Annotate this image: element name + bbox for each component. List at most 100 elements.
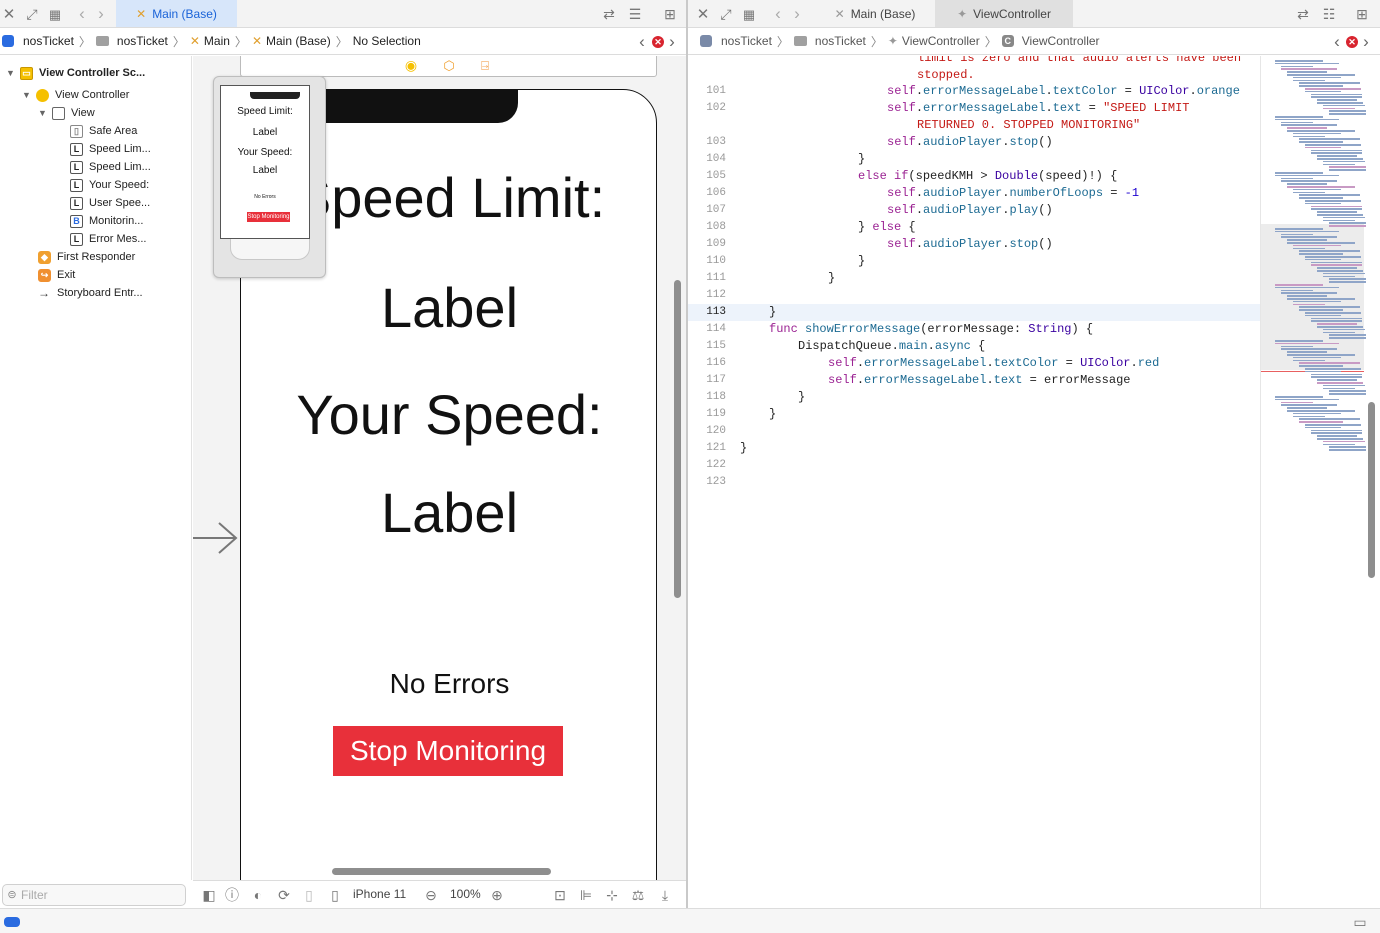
expand-icon[interactable]: ⤢ [24,6,40,22]
debug-toggle-icon[interactable] [4,917,20,927]
zoom-out-icon[interactable]: ⊖ [423,887,439,903]
next-issue-icon[interactable]: › [666,33,678,50]
tab-main-base[interactable]: ✕ Main (Base) [116,0,237,27]
outline-item-view[interactable]: ▼ View [38,104,95,122]
breadcrumb-item-folder[interactable]: nosTicket [95,34,168,48]
stop-monitoring-button[interactable]: Stop Monitoring [333,726,563,776]
breadcrumb-item-folder[interactable]: nosTicket [793,34,866,48]
outline-item-label[interactable]: L Your Speed: [70,176,149,194]
prev-issue-icon[interactable]: ‹ [636,33,648,50]
code-text: func showErrorMessage(errorMessage: Stri… [769,322,1094,336]
add-editor-icon[interactable]: ⊞ [662,6,678,22]
grid-icon[interactable]: ▦ [741,6,757,22]
expand-icon[interactable]: ⤢ [718,6,734,22]
your-speed-label[interactable]: Your Speed: [241,382,658,447]
align-icon[interactable]: ⊫ [578,887,594,903]
resolve-layout-icon[interactable]: ⚖ [630,887,646,903]
outline-item-label[interactable]: L User Spee... [70,194,150,212]
outline-item-exit[interactable]: ↪ Exit [38,266,75,284]
outline-item-view-controller[interactable]: ▼ ● View Controller [22,86,129,104]
error-message-label[interactable]: No Errors [241,668,658,700]
error-icon[interactable]: ✕ [652,36,664,48]
disclosure-icon[interactable]: ▼ [22,90,32,100]
outline-item-storyboard-entry[interactable]: → Storyboard Entr... [38,284,143,302]
zoom-level[interactable]: 100% [450,887,481,901]
outline-label: Error Mes... [89,233,147,245]
user-speed-label[interactable]: Label [241,480,658,545]
view-controller-icon[interactable]: ◉ [404,58,418,72]
lines-icon[interactable]: ☰ [626,6,644,22]
minimap-code-stroke [1275,174,1339,177]
close-icon[interactable]: ✕ [696,6,710,22]
device-name[interactable]: iPhone 11 [353,887,406,901]
code-text: self.errorMessageLabel.textColor = UICol… [828,356,1160,370]
first-responder-icon[interactable]: ⬡ [442,58,456,72]
outline-item-safe-area[interactable]: ▯ Safe Area [70,122,137,140]
breadcrumb-item-project[interactable]: nosTicket [2,34,74,48]
sidebar-toggle-icon[interactable]: ◧ [201,887,217,903]
vertical-scrollbar[interactable] [674,280,681,598]
code-text: limit is zero and that audio alerts have… [917,56,1242,65]
outline-item-scene[interactable]: ▼ ▭ View Controller Sc... [6,64,145,82]
update-frames-icon[interactable]: ⊡ [552,887,568,903]
swap-icon[interactable]: ⇄ [601,6,617,22]
outline-item-label[interactable]: L Speed Lim... [70,158,151,176]
device-icon[interactable]: ▯ [329,887,341,903]
outline-label: View Controller [55,89,130,101]
split-icon[interactable]: ▯ [301,887,317,903]
minimap-speed-limit: Speed Limit: [237,106,293,117]
back-icon[interactable]: ‹ [76,5,88,22]
line-number: 103 [706,136,726,148]
grid-icon[interactable]: ▦ [47,6,63,22]
breadcrumb-item-file[interactable]: ✦ ViewController [888,34,980,48]
breadcrumb-item-storyboard[interactable]: ✕ Main [190,34,230,48]
appearance-icon[interactable]: ◐ [250,887,266,903]
back-icon[interactable]: ‹ [772,5,784,22]
vertical-scrollbar[interactable] [1368,402,1375,578]
breadcrumb-item-selection[interactable]: No Selection [353,34,421,48]
add-constraints-icon[interactable]: ⊹ [604,887,620,903]
tab-main-base[interactable]: ✕ Main (Base) [816,0,934,27]
orientation-icon[interactable]: ⟳ [276,887,292,903]
zoom-in-icon[interactable]: ⊕ [489,887,505,903]
exit-icon[interactable]: ⍈ [478,58,492,72]
adjust-editor-icon[interactable]: ☷ [1320,6,1338,22]
outline-item-label[interactable]: L Error Mes... [70,230,146,248]
close-icon[interactable]: ✕ [2,6,16,22]
breadcrumb-item-class[interactable]: C ViewController [1001,34,1100,48]
disclosure-icon[interactable]: ▼ [6,68,16,78]
prev-issue-icon[interactable]: ‹ [1331,33,1343,50]
source-code-area[interactable]: limit is zero and that audio alerts have… [688,56,1260,908]
speed-limit-value-label[interactable]: Label [241,275,658,340]
canvas-minimap[interactable]: Speed Limit: Label Your Speed: Label No … [213,76,326,278]
disclosure-icon[interactable]: ▼ [38,108,48,118]
code-text: } [858,254,866,268]
swap-icon[interactable]: ⇄ [1295,6,1311,22]
storyboard-entry-arrow[interactable] [193,518,239,558]
breadcrumb-item-project[interactable]: nosTicket [700,34,772,48]
minimap-code-stroke [1281,401,1313,404]
accessibility-icon[interactable]: ⓘ [224,887,240,903]
filter-icon: ⊜ [7,888,17,901]
forward-icon[interactable]: › [791,5,803,22]
code-minimap[interactable] [1260,56,1380,908]
minimap-code-stroke [1293,135,1325,138]
next-issue-icon[interactable]: › [1360,33,1372,50]
outline-item-label[interactable]: L Speed Lim... [70,140,151,158]
document-outline: ▼ ▭ View Controller Sc... ▼ ● View Controlle… [0,56,192,880]
debug-area-icon[interactable]: ▭ [1352,914,1368,930]
embed-icon[interactable]: ⤓ [657,887,673,903]
forward-icon[interactable]: › [95,5,107,22]
code-line: RETURNED 0. STOPPED MONITORING" [688,117,1260,134]
outline-item-first-responder[interactable]: ◆ First Responder [38,248,135,266]
add-editor-icon[interactable]: ⊞ [1354,6,1370,22]
error-icon[interactable]: ✕ [1346,36,1358,48]
breadcrumb-label: ViewController [1021,34,1100,48]
filter-input[interactable]: ⊜ Filter [2,884,186,906]
breadcrumb-item-base[interactable]: ✕ Main (Base) [252,34,331,48]
code-text: RETURNED 0. STOPPED MONITORING" [917,118,1141,132]
horizontal-scrollbar[interactable] [332,868,551,875]
tab-viewcontroller[interactable]: ✦ ViewController [935,0,1073,27]
minimap-viewport[interactable]: Speed Limit: Label Your Speed: Label No … [220,85,310,239]
outline-item-button[interactable]: B Monitorin... [70,212,143,230]
